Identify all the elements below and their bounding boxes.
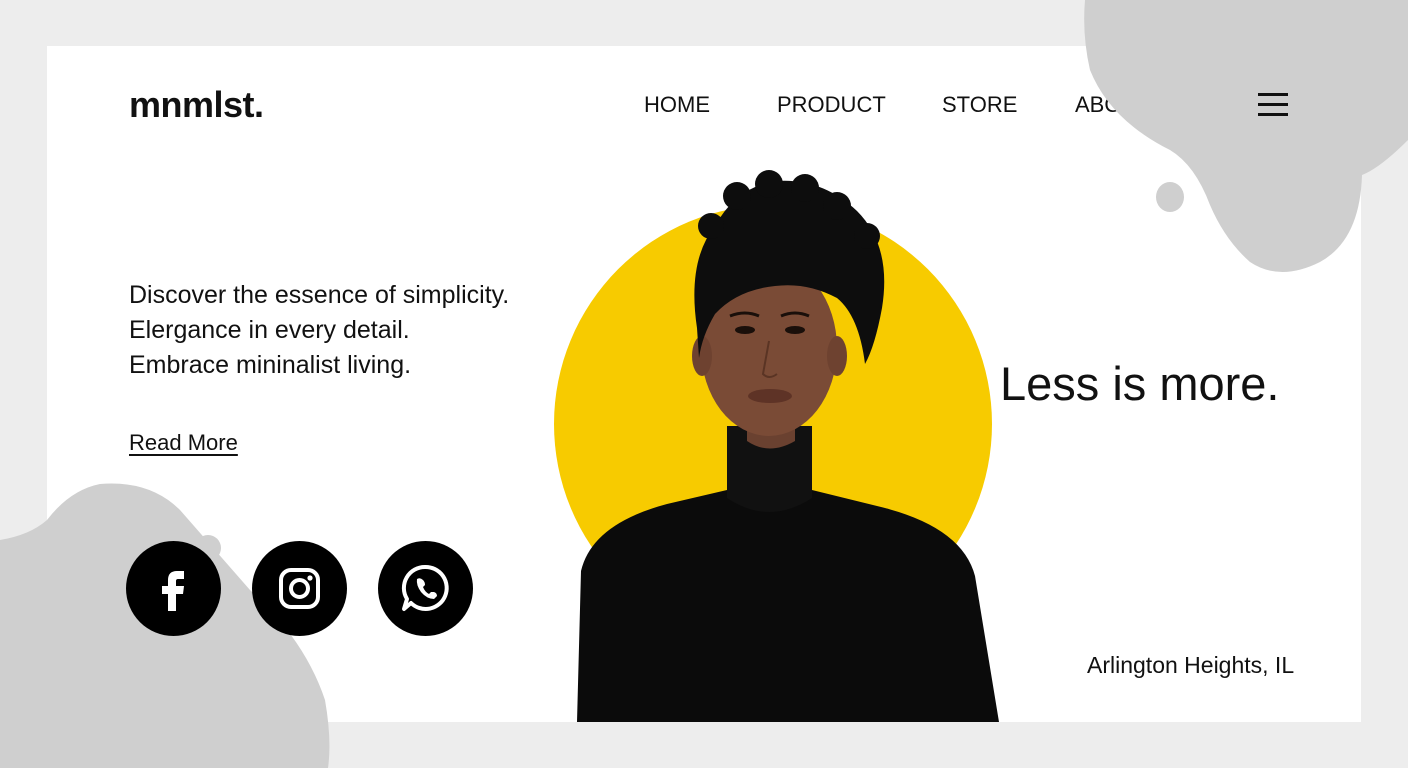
neck xyxy=(747,376,795,449)
nav-store[interactable]: STORE xyxy=(942,92,1017,118)
accent-circle xyxy=(554,205,992,643)
hamburger-menu-icon[interactable] xyxy=(1258,93,1288,117)
sweater-body xyxy=(577,490,999,722)
whatsapp-button[interactable] xyxy=(378,541,473,636)
instagram-icon xyxy=(279,568,320,609)
location-label: Arlington Heights, IL xyxy=(1087,652,1295,678)
brand-logo[interactable]: mnmlst. xyxy=(129,84,264,126)
facebook-button[interactable] xyxy=(126,541,221,636)
read-more-link[interactable]: Read More xyxy=(129,430,238,456)
landing-card: mnmlst. HOME PRODUCT STORE ABOUT US Disc… xyxy=(47,46,1361,722)
instagram-button[interactable] xyxy=(252,541,347,636)
page-background: mnmlst. HOME PRODUCT STORE ABOUT US Disc… xyxy=(0,0,1408,768)
tagline-line-3: Embrace mininalist living. xyxy=(129,351,412,379)
hero-tagline: Discover the essence of simplicity. Eler… xyxy=(129,278,509,383)
facebook-icon xyxy=(162,571,184,611)
turtleneck-collar xyxy=(727,426,812,512)
tagline-line-1: Discover the essence of simplicity. xyxy=(129,281,510,309)
hero-slogan: Less is more. xyxy=(1000,357,1280,410)
tagline-line-2: Elergance in every detail. xyxy=(129,316,410,344)
whatsapp-icon xyxy=(401,564,449,611)
face xyxy=(701,260,837,436)
nav-home[interactable]: HOME xyxy=(644,92,710,118)
nav-product[interactable]: PRODUCT xyxy=(777,92,886,118)
nav-about-us[interactable]: ABOUT US xyxy=(1075,92,1187,118)
hair xyxy=(694,180,885,364)
